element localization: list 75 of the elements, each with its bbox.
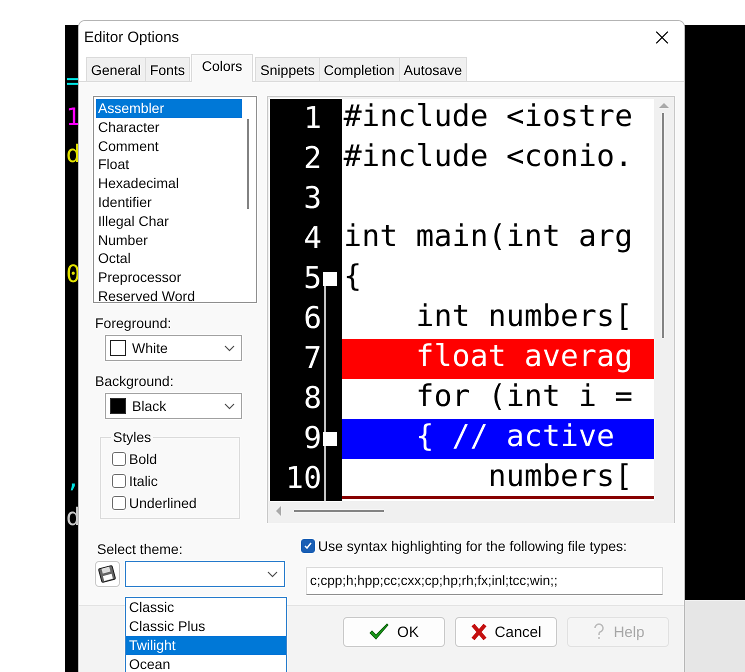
tab[interactable]: General xyxy=(86,57,146,81)
list-item[interactable]: Character xyxy=(96,118,242,137)
field-label: Foreground: xyxy=(95,315,172,331)
code-text: int main(int arg xyxy=(344,219,633,254)
check-icon xyxy=(303,541,313,551)
save-button[interactable] xyxy=(95,561,120,587)
dropdown-option[interactable]: Twilight xyxy=(126,636,286,655)
caret-icon xyxy=(224,402,235,410)
list-item[interactable]: Identifier xyxy=(96,192,242,212)
line-number: 8 xyxy=(304,380,322,418)
tab[interactable]: Colors xyxy=(190,54,254,82)
checkbox[interactable] xyxy=(112,474,126,488)
line-number: 3 xyxy=(304,180,322,218)
line-number: 2 xyxy=(304,140,322,178)
tab[interactable]: Snippets xyxy=(255,57,320,81)
tab[interactable]: Completion xyxy=(318,57,400,81)
cancel-button[interactable]: Cancel xyxy=(455,617,557,647)
checkbox-label: Italic xyxy=(129,473,158,489)
code-text: #include <conio. xyxy=(344,139,633,174)
list-item[interactable]: Number xyxy=(96,230,242,250)
checkbox[interactable] xyxy=(112,496,126,510)
checkbox[interactable] xyxy=(301,539,315,553)
code-character: d xyxy=(66,503,80,531)
theme-dropdown[interactable] xyxy=(124,561,285,587)
list-item[interactable]: Assembler xyxy=(96,99,242,118)
list-item[interactable]: Illegal Char xyxy=(96,212,242,231)
list-item[interactable]: Comment xyxy=(96,136,242,156)
input-field[interactable]: c;cpp;h;hpp;cc;cxx;cp;hp;rh;fx;inl;tcc;win;; xyxy=(306,567,663,595)
checkbox-label: Bold xyxy=(129,451,158,467)
list-item[interactable]: Octal xyxy=(96,249,242,268)
line-number: 9 xyxy=(304,420,322,458)
list-item[interactable]: Reserved Word xyxy=(96,286,242,306)
list-item[interactable]: Hexadecimal xyxy=(96,174,242,193)
dropdown-value: White xyxy=(132,340,169,356)
code-text: int numbers[ xyxy=(414,299,633,334)
dropdown-option[interactable]: Ocean xyxy=(126,655,286,672)
close-button[interactable]: × xyxy=(640,21,684,53)
line-number: 4 xyxy=(304,220,322,258)
dropdown-option[interactable]: Classic Plus xyxy=(126,617,286,636)
code-character: 1 xyxy=(66,103,80,131)
element-list[interactable]: Assembler Character Comment Float Hexadecimal Identifier Illegal Char Number Octal Preprocessor Reserved Word xyxy=(93,96,257,303)
checkmark-icon xyxy=(369,623,390,641)
caret-icon xyxy=(267,570,278,578)
checkbox-label: Underlined xyxy=(129,495,197,511)
checkbox[interactable] xyxy=(112,452,126,466)
ok-button[interactable]: OK xyxy=(343,617,445,647)
dropdown-option[interactable]: Classic xyxy=(126,598,286,617)
line-number: 10 xyxy=(286,460,322,498)
list-item[interactable]: Float xyxy=(96,155,242,174)
code-text: for (int i = xyxy=(414,379,633,414)
field-label: Background: xyxy=(95,373,175,389)
code-text: float averag xyxy=(414,339,633,374)
code-text: { xyxy=(344,259,362,294)
tab[interactable]: Autosave xyxy=(398,57,467,81)
code-text: #include <iostre xyxy=(344,99,633,134)
caret-icon xyxy=(224,344,235,352)
field-label: Select theme: xyxy=(97,541,184,557)
tab[interactable]: Fonts xyxy=(144,57,190,81)
code-text: { // active xyxy=(414,419,615,454)
dropdown-value: Black xyxy=(132,398,168,414)
window-title: Editor Options xyxy=(84,28,180,46)
code-character: , xyxy=(66,465,80,493)
color-dropdown[interactable]: White xyxy=(105,335,242,361)
line-number: 1 xyxy=(304,100,322,138)
group-title: Styles xyxy=(111,429,154,445)
code-character: d xyxy=(66,140,80,168)
question-mark-icon xyxy=(592,623,606,641)
cross-icon xyxy=(470,623,487,641)
line-number: 7 xyxy=(304,340,322,378)
code-text: numbers[ xyxy=(487,459,633,494)
color-dropdown[interactable]: Black xyxy=(105,393,242,419)
line-number: 6 xyxy=(304,300,322,338)
line-number: 5 xyxy=(304,260,322,298)
checkbox-label: Use syntax highlighting for the following file types: xyxy=(318,538,627,554)
list-item[interactable]: Preprocessor xyxy=(96,268,242,287)
